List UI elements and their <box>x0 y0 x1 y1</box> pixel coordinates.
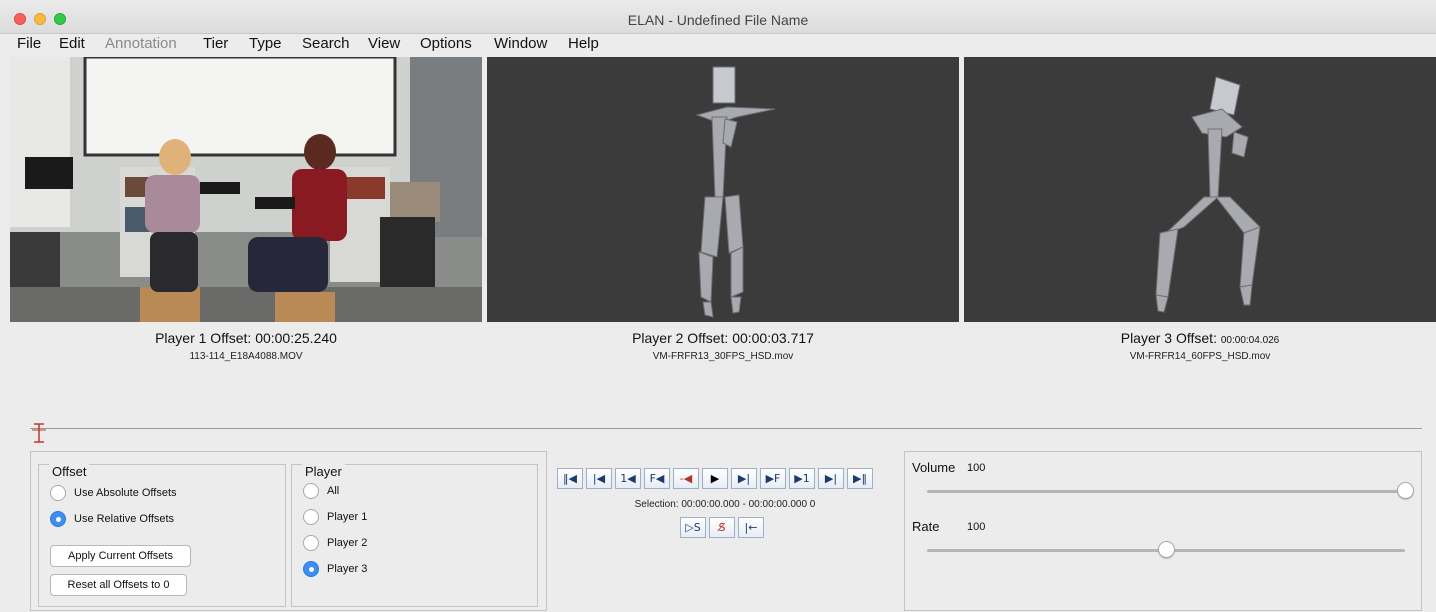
video-player-2[interactable] <box>487 57 959 322</box>
title-bar: ELAN - Undefined File Name <box>0 0 1436 34</box>
player-2-label: Player 2 <box>327 537 368 549</box>
menu-help[interactable]: Help <box>568 34 599 54</box>
next-pixel-button[interactable]: ▶| <box>731 468 757 489</box>
player-3-info: Player 3 Offset: 00:00:04.026 VM-FRFR14_… <box>964 330 1436 362</box>
sync-settings-panel: Offset Use Absolute Offsets Use Relative… <box>30 451 547 611</box>
window-title: ELAN - Undefined File Name <box>627 12 809 28</box>
player-all-radio[interactable]: All <box>303 483 339 499</box>
player-1-offset-label: Player 1 Offset: <box>155 330 252 346</box>
relative-offsets-label: Use Relative Offsets <box>74 513 175 525</box>
previous-frame-button[interactable]: |◀ <box>586 468 612 489</box>
next-frame-button[interactable]: ▶| <box>818 468 844 489</box>
player-3-offset-label: Player 3 Offset: <box>1120 330 1217 346</box>
step-back-second-button[interactable]: 1◀ <box>615 468 641 489</box>
selection-controls: ▷S S̸ |← <box>680 517 767 538</box>
player-3-label: Player 3 <box>327 563 368 575</box>
menu-options[interactable]: Options <box>420 34 472 54</box>
step-back-frame-button[interactable]: F◀ <box>644 468 670 489</box>
skeleton-figure-2 <box>695 66 776 318</box>
player-2-file-name: VM-FRFR13_30FPS_HSD.mov <box>652 351 794 362</box>
volume-rate-panel: Volume 100 Rate 100 <box>904 451 1422 611</box>
video-frame-room <box>10 57 482 322</box>
player-3-file-name: VM-FRFR14_60FPS_HSD.mov <box>1129 351 1271 362</box>
go-to-end-button[interactable]: ▶‖ <box>847 468 873 489</box>
apply-current-offsets-button[interactable]: Apply Current Offsets <box>50 545 191 567</box>
player-1-file-name: 113-114_E18A4088.MOV <box>189 351 303 362</box>
selection-begin-button[interactable]: |← <box>738 517 764 538</box>
skeleton-figure-3 <box>1155 76 1261 313</box>
previous-pixel-button[interactable]: -◀ <box>673 468 699 489</box>
absolute-offsets-label: Use Absolute Offsets <box>74 487 177 499</box>
absolute-offsets-radio[interactable]: Use Absolute Offsets <box>50 485 177 501</box>
menu-type[interactable]: Type <box>249 34 282 54</box>
step-forward-frame-button[interactable]: ▶F <box>760 468 786 489</box>
radio-unchecked-icon <box>303 483 319 499</box>
player-group-title: Player <box>302 464 345 479</box>
player-all-label: All <box>327 485 340 497</box>
step-forward-second-button[interactable]: ▶1 <box>789 468 815 489</box>
timeline-ruler[interactable] <box>30 428 1422 429</box>
video-player-3[interactable] <box>964 57 1436 322</box>
radio-checked-icon <box>303 561 319 577</box>
video-player-1[interactable] <box>10 57 482 322</box>
selection-readout: Selection: 00:00:00.000 - 00:00:00.000 0 <box>634 499 816 510</box>
go-to-begin-button[interactable]: ‖◀ <box>557 468 583 489</box>
reset-offsets-button[interactable]: Reset all Offsets to 0 <box>50 574 187 596</box>
menu-annotation[interactable]: Annotation <box>105 34 177 54</box>
radio-unchecked-icon <box>303 535 319 551</box>
volume-slider-thumb[interactable] <box>1397 482 1414 499</box>
player-3-offset-value: 00:00:04.026 <box>1220 335 1280 346</box>
menu-bar: File Edit Annotation Tier Type Search Vi… <box>0 34 1436 56</box>
player-1-radio[interactable]: Player 1 <box>303 509 367 525</box>
player-1-label: Player 1 <box>327 511 368 523</box>
player-2-info: Player 2 Offset: 00:00:03.717 VM-FRFR13_… <box>487 330 959 362</box>
player-group: Player All Player 1 Player 2 Player 3 <box>291 464 538 607</box>
crosshair-marker-icon[interactable] <box>32 422 46 444</box>
rate-value: 100 <box>967 521 986 533</box>
player-2-offset-value: 00:00:03.717 <box>732 330 814 346</box>
radio-checked-icon <box>50 511 66 527</box>
menu-file[interactable]: File <box>17 34 41 54</box>
play-selection-button[interactable]: ▷S <box>680 517 706 538</box>
player-2-offset-label: Player 2 Offset: <box>632 330 729 346</box>
rate-label: Rate <box>912 519 940 534</box>
player-2-radio[interactable]: Player 2 <box>303 535 367 551</box>
menu-search[interactable]: Search <box>302 34 350 54</box>
player-1-info: Player 1 Offset: 00:00:25.240 113-114_E1… <box>10 330 482 362</box>
menu-window[interactable]: Window <box>494 34 547 54</box>
radio-unchecked-icon <box>50 485 66 501</box>
player-3-radio[interactable]: Player 3 <box>303 561 367 577</box>
play-button[interactable]: ▶ <box>702 468 728 489</box>
menu-view[interactable]: View <box>368 34 400 54</box>
relative-offsets-radio[interactable]: Use Relative Offsets <box>50 511 174 527</box>
clear-selection-button[interactable]: S̸ <box>709 517 735 538</box>
volume-slider[interactable] <box>927 490 1405 493</box>
volume-label: Volume <box>912 460 956 475</box>
volume-value: 100 <box>967 462 986 474</box>
offset-group: Offset Use Absolute Offsets Use Relative… <box>38 464 286 607</box>
media-controls: ‖◀ |◀ 1◀ F◀ -◀ ▶ ▶| ▶F ▶1 ▶| ▶‖ <box>557 468 876 489</box>
player-1-offset-value: 00:00:25.240 <box>255 330 337 346</box>
rate-slider-thumb[interactable] <box>1158 541 1175 558</box>
offset-group-title: Offset <box>49 464 90 479</box>
menu-tier[interactable]: Tier <box>203 34 228 54</box>
menu-edit[interactable]: Edit <box>59 34 85 54</box>
radio-unchecked-icon <box>303 509 319 525</box>
